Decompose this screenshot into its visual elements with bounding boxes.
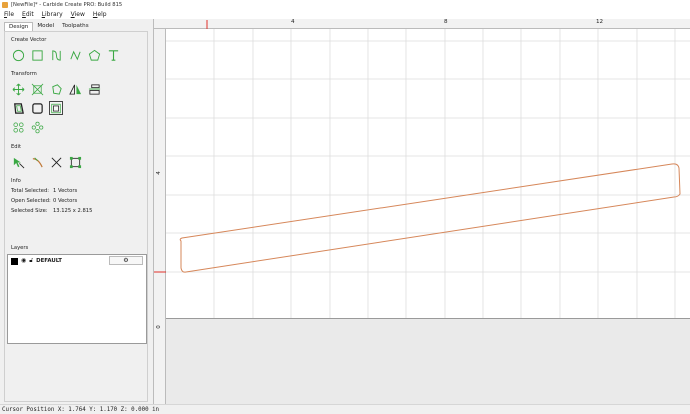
move-icon[interactable] — [11, 82, 25, 96]
design-canvas[interactable]: 4 8 12 4 0 — [153, 19, 690, 404]
layer-row[interactable]: ◉ 🔓︎ DEFAULT ⚙ — [11, 256, 145, 265]
info-selected-size: Selected Size: 13.125 x 2.815 — [11, 208, 92, 214]
window-title: [NewFile]* - Carbide Create PRO: Build 8… — [11, 2, 123, 8]
circular-array-icon[interactable] — [11, 120, 25, 134]
ruler-label-12: 12 — [596, 19, 604, 25]
create-vector-heading: Create Vector — [11, 37, 47, 43]
node-edit-icon[interactable] — [11, 155, 25, 169]
edit-heading: Edit — [11, 144, 22, 150]
lock-icon[interactable]: 🔓︎ — [29, 258, 33, 264]
menu-bar: File Edit Library View Help — [0, 10, 690, 19]
rectangle-icon[interactable] — [30, 48, 44, 62]
linear-array-icon[interactable] — [30, 120, 44, 134]
tab-design[interactable]: Design — [4, 22, 34, 31]
curve-icon[interactable] — [49, 48, 63, 62]
menu-library[interactable]: Library — [42, 11, 63, 18]
mirror-icon[interactable] — [68, 82, 82, 96]
grid-area[interactable] — [166, 29, 690, 404]
design-panel: Create Vector Transform Edit Info Total … — [4, 31, 148, 402]
top-ruler: 4 8 12 — [154, 19, 690, 29]
polygon-icon[interactable] — [87, 48, 101, 62]
total-selected-label: Total Selected: — [11, 188, 49, 194]
cut-icon[interactable] — [49, 155, 63, 169]
ruler-label-8: 8 — [444, 19, 448, 25]
bounding-box-icon[interactable] — [68, 155, 82, 169]
layers-list: ◉ 🔓︎ DEFAULT ⚙ — [7, 254, 147, 344]
text-icon[interactable] — [106, 48, 120, 62]
info-total-selected: Total Selected: 1 Vectors — [11, 188, 77, 194]
menu-edit[interactable]: Edit — [22, 11, 34, 18]
layers-heading: Layers — [11, 245, 29, 251]
rotate-icon[interactable] — [49, 82, 63, 96]
group-icon[interactable] — [49, 101, 63, 115]
selected-size-value: 13.125 x 2.815 — [53, 208, 93, 214]
menu-help[interactable]: Help — [93, 11, 107, 18]
grid-svg — [166, 29, 690, 404]
info-open-selected: Open Selected: 0 Vectors — [11, 198, 77, 204]
app-logo-icon — [2, 2, 8, 8]
transform-heading: Transform — [11, 71, 37, 77]
negative-area — [166, 319, 690, 404]
layer-color-swatch[interactable] — [11, 257, 18, 265]
tab-toolpaths[interactable]: Toolpaths — [58, 22, 93, 31]
offset-icon[interactable] — [11, 101, 25, 115]
selected-size-label: Selected Size: — [11, 208, 48, 214]
status-bar: Cursor Position X: 1.764 Y: 1.170 Z: 0.0… — [0, 404, 690, 414]
title-bar: [NewFile]* - Carbide Create PRO: Build 8… — [0, 0, 690, 10]
trim-icon[interactable] — [30, 155, 44, 169]
open-selected-value: 0 Vectors — [53, 198, 78, 204]
layer-settings-button[interactable]: ⚙ — [109, 256, 143, 265]
polyline-icon[interactable] — [68, 48, 82, 62]
left-ruler: 4 0 — [154, 29, 166, 404]
menu-file[interactable]: File — [4, 11, 14, 18]
tab-model[interactable]: Model — [33, 22, 58, 31]
boolean-icon[interactable] — [30, 101, 44, 115]
panel-tabs: Design Model Toolpaths — [4, 22, 93, 31]
open-selected-label: Open Selected: — [11, 198, 51, 204]
eye-icon[interactable]: ◉ — [21, 258, 26, 264]
info-heading: Info — [11, 178, 21, 184]
scale-icon[interactable] — [30, 82, 44, 96]
layer-name: DEFAULT — [36, 258, 62, 264]
gear-icon: ⚙ — [123, 257, 129, 264]
menu-view[interactable]: View — [71, 11, 85, 18]
circle-icon[interactable] — [11, 48, 25, 62]
ruler-label-4: 4 — [291, 19, 295, 25]
total-selected-value: 1 Vectors — [53, 188, 78, 194]
align-icon[interactable] — [87, 82, 101, 96]
left-panel: Design Model Toolpaths Create Vector Tra… — [0, 19, 152, 404]
cursor-position: Cursor Position X: 1.764 Y: 1.170 Z: 0.0… — [2, 406, 160, 413]
